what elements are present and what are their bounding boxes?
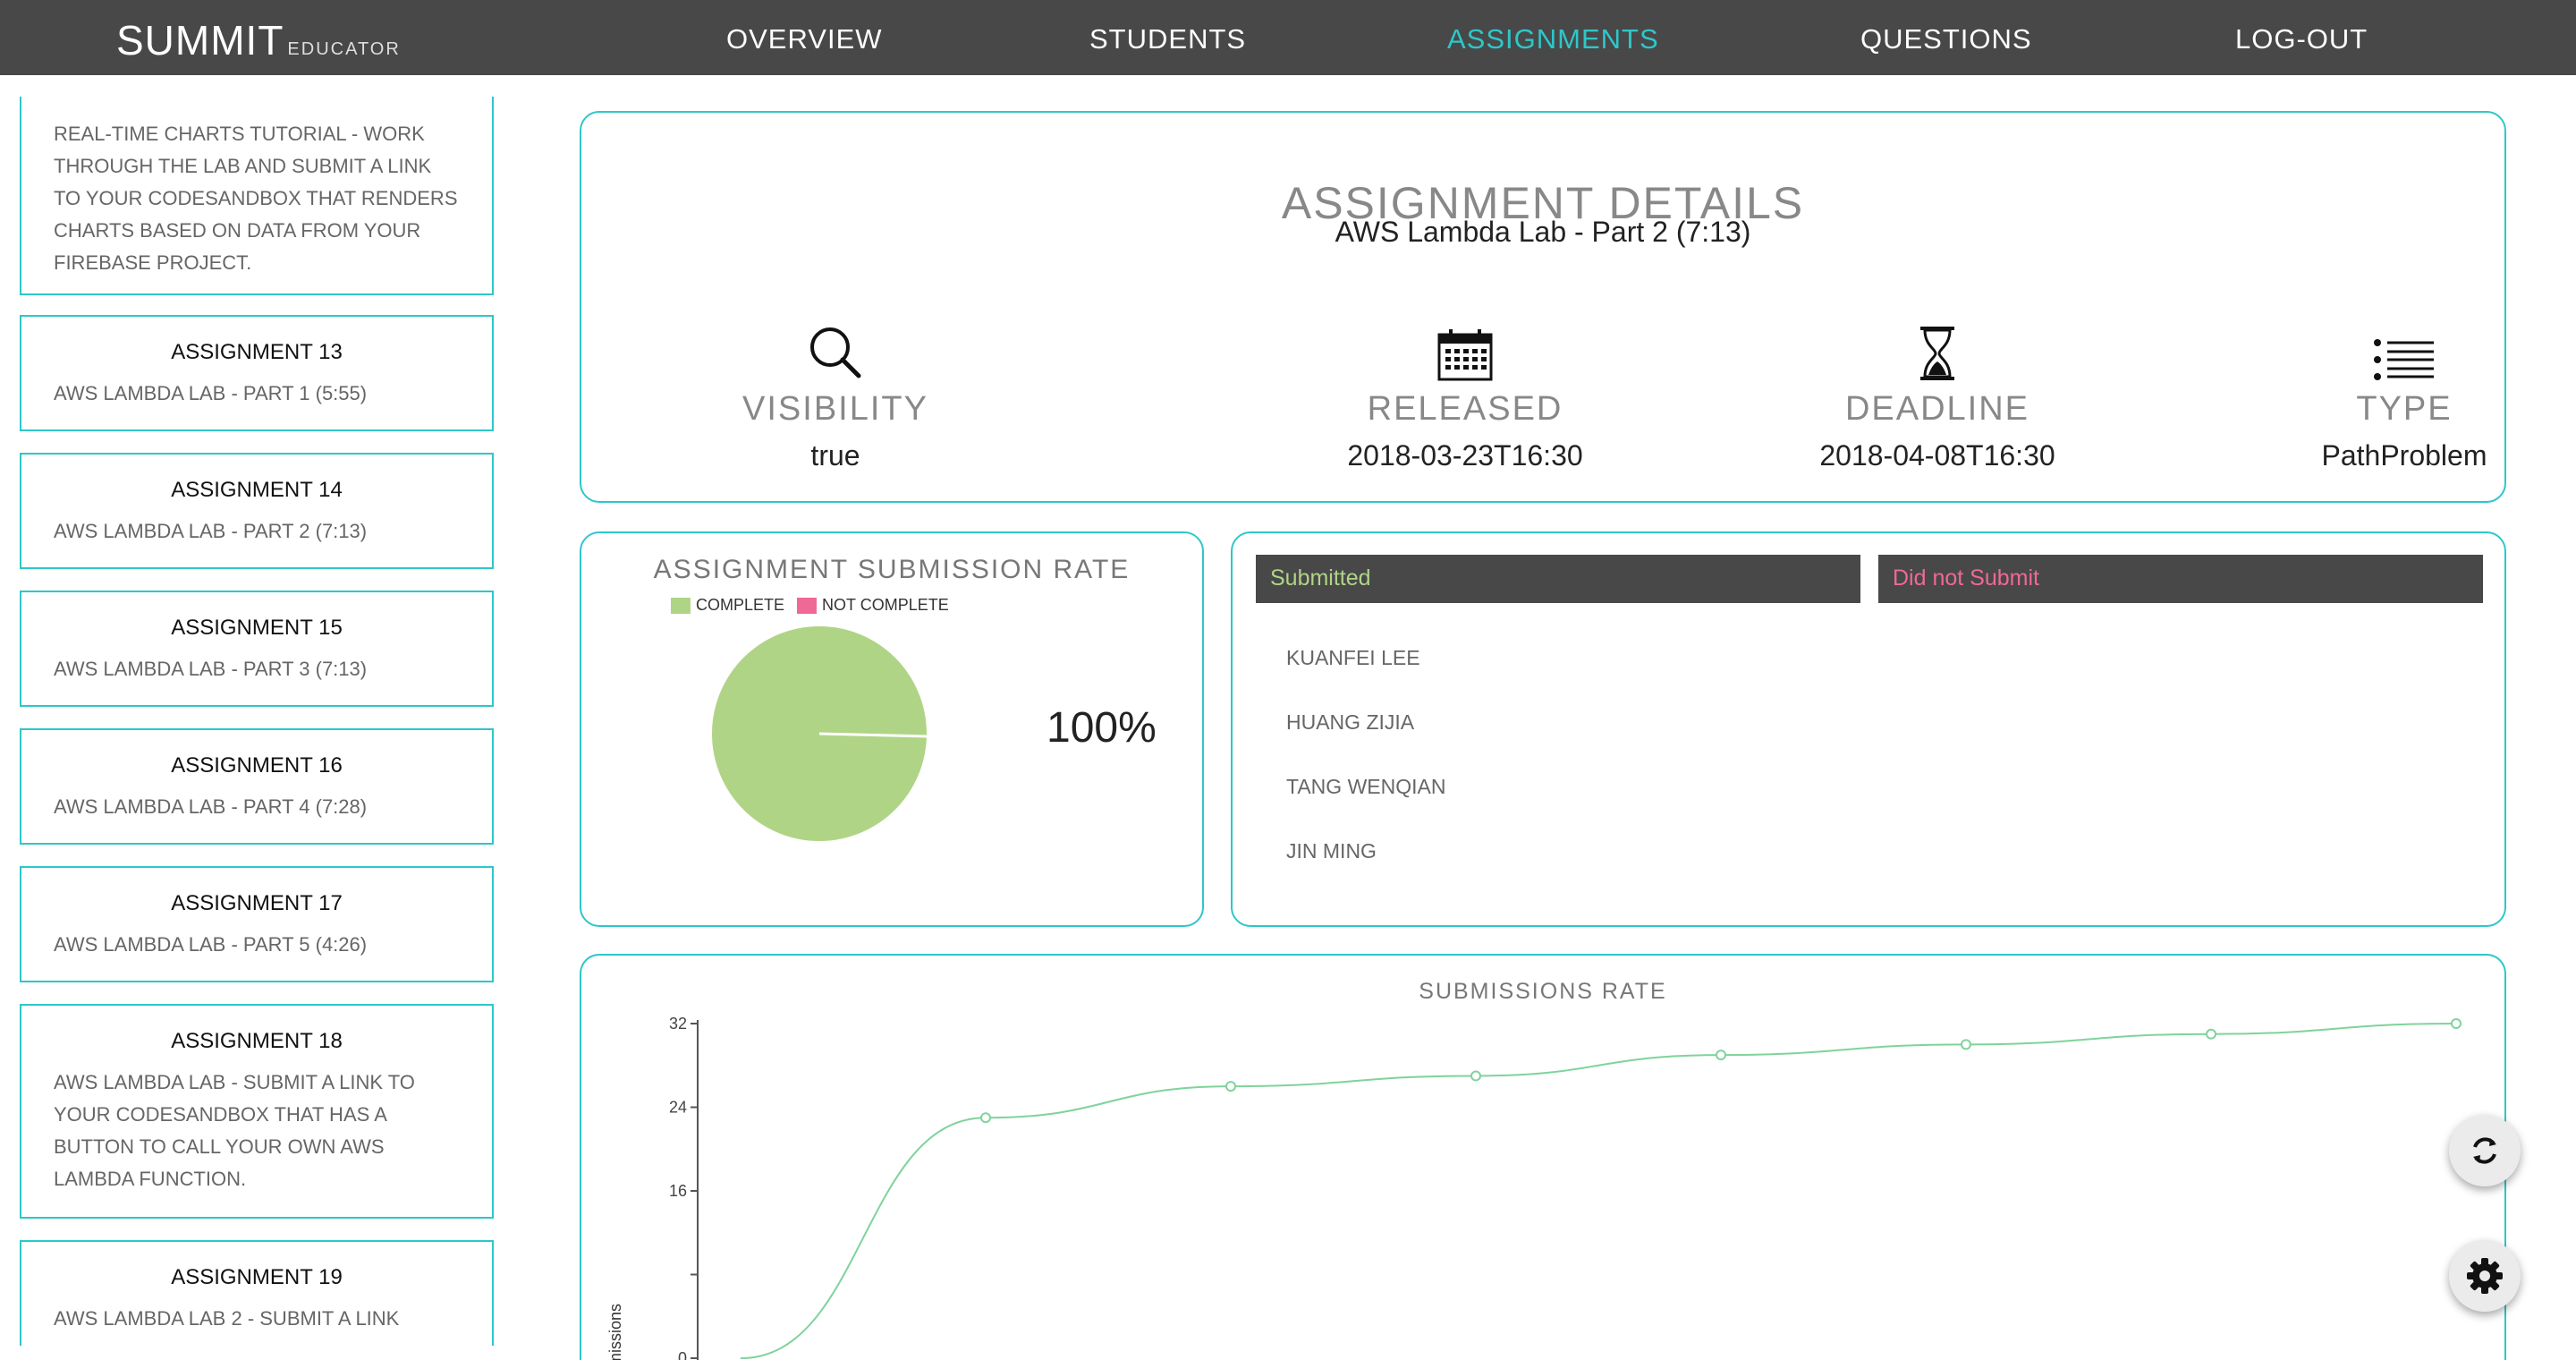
y-tick-label: 0: [678, 1349, 687, 1360]
assignment-card[interactable]: ASSIGNMENT 16 AWS LAMBDA LAB - PART 4 (7…: [20, 728, 494, 845]
series-line: [740, 1023, 2457, 1359]
legend-complete-label: COMPLETE: [696, 596, 785, 614]
assignment-title: ASSIGNMENT 17: [171, 891, 343, 915]
student-name: TANG WENQIAN: [1286, 775, 1446, 798]
top-navbar: SUMMIT EDUCATOR OVERVIEW STUDENTS ASSIGN…: [0, 0, 2576, 75]
legend-not-complete[interactable]: NOT COMPLETE: [797, 596, 949, 615]
data-point: [980, 1112, 991, 1124]
deadline-value: 2018-04-08T16:30: [1819, 439, 2055, 472]
assignment-desc: REAL-TIME CHARTS TUTORIAL - WORK THROUGH…: [54, 123, 458, 274]
legend-swatch-not-complete: [797, 597, 818, 614]
assignment-title: ASSIGNMENT 13: [171, 340, 343, 364]
assignment-title: ASSIGNMENT 19: [171, 1265, 343, 1289]
assignment-card[interactable]: ASSIGNMENT 18 AWS LAMBDA LAB - SUBMIT A …: [20, 1004, 494, 1219]
y-tick-label: 24: [669, 1099, 687, 1117]
assignment-desc: AWS LAMBDA LAB - PART 1 (5:55): [54, 382, 368, 404]
submission-rate-title: ASSIGNMENT SUBMISSION RATE: [653, 555, 1131, 584]
refresh-button[interactable]: [2449, 1115, 2521, 1186]
visibility-label: VISIBILITY: [742, 390, 928, 428]
assignment-card[interactable]: ASSIGNMENT 13 AWS LAMBDA LAB - PART 1 (5…: [20, 315, 494, 431]
deadline-block: DEADLINE 2018-04-08T16:30: [1776, 319, 2098, 472]
released-label: RELEASED: [1367, 390, 1563, 428]
y-tick-label: 16: [669, 1182, 687, 1200]
assignment-card[interactable]: ASSIGNMENT 15 AWS LAMBDA LAB - PART 3 (7…: [20, 591, 494, 707]
data-point: [2206, 1028, 2216, 1040]
data-point: [1470, 1070, 1481, 1082]
legend-not-complete-label: NOT COMPLETE: [822, 596, 949, 614]
assignment-desc: AWS LAMBDA LAB - SUBMIT A LINK TO YOUR C…: [54, 1071, 415, 1190]
settings-button[interactable]: [2449, 1240, 2521, 1312]
legend-swatch-complete: [671, 597, 691, 614]
nav-questions[interactable]: QUESTIONS: [1860, 23, 2032, 55]
details-subtitle: AWS Lambda Lab - Part 2 (7:13): [1335, 216, 1751, 248]
assignment-desc: AWS LAMBDA LAB - PART 5 (4:26): [54, 933, 368, 956]
visibility-value: true: [810, 439, 860, 472]
data-point: [1716, 1050, 1726, 1061]
assignment-details-panel: ASSIGNMENT DETAILS AWS Lambda Lab - Part…: [580, 111, 2506, 503]
student-name: HUANG ZIJIA: [1286, 710, 1415, 734]
pie-legend: COMPLETE NOT COMPLETE: [671, 596, 962, 615]
released-block: RELEASED 2018-03-23T16:30: [1304, 319, 1626, 472]
submitted-header: Submitted: [1256, 555, 1860, 603]
calendar-icon: [1304, 319, 1626, 381]
hourglass-icon: [1776, 319, 2098, 381]
submission-list-panel: Submitted Did not Submit KUANFEI LEE HUA…: [1231, 531, 2506, 927]
data-point: [2451, 1018, 2462, 1029]
assignment-title: ASSIGNMENT 18: [171, 1029, 343, 1053]
legend-complete[interactable]: COMPLETE: [671, 596, 784, 615]
nav-assignments[interactable]: ASSIGNMENTS: [1447, 23, 1659, 55]
brand-logo[interactable]: SUMMIT EDUCATOR: [116, 16, 401, 64]
brand-name: SUMMIT: [116, 17, 284, 64]
nav-overview[interactable]: OVERVIEW: [726, 23, 883, 55]
assignment-title: ASSIGNMENT 16: [171, 753, 343, 778]
released-value: 2018-03-23T16:30: [1347, 439, 1583, 472]
nav-students[interactable]: STUDENTS: [1089, 23, 1246, 55]
assignment-card[interactable]: ASSIGNMENT 19 AWS LAMBDA LAB 2 - SUBMIT …: [20, 1240, 494, 1346]
deadline-label: DEADLINE: [1844, 390, 2030, 428]
y-tick-label: 32: [669, 1015, 687, 1033]
data-point: [1225, 1081, 1236, 1092]
assignment-desc: AWS LAMBDA LAB - PART 2 (7:13): [54, 520, 368, 542]
type-label: TYPE: [2356, 390, 2453, 428]
gear-icon: [2467, 1258, 2503, 1294]
type-value: PathProblem: [2321, 439, 2487, 472]
assignment-desc: AWS LAMBDA LAB - PART 3 (7:13): [54, 658, 368, 680]
assignment-title: ASSIGNMENT 15: [171, 616, 343, 640]
nav-logout[interactable]: LOG-OUT: [2235, 23, 2368, 55]
assignment-sidebar[interactable]: REAL-TIME CHARTS TUTORIAL - WORK THROUGH…: [20, 75, 496, 1346]
submission-rate-panel: ASSIGNMENT SUBMISSION RATE COMPLETE NOT …: [580, 531, 1204, 927]
assignment-card[interactable]: ASSIGNMENT 17 AWS LAMBDA LAB - PART 5 (4…: [20, 866, 494, 982]
y-axis-label: Submissions: [606, 1304, 624, 1360]
magnifier-icon: [674, 319, 996, 381]
submission-percent: 100%: [1046, 704, 1157, 752]
brand-sub: EDUCATOR: [287, 39, 401, 59]
data-point: [1961, 1039, 1971, 1050]
visibility-block: VISIBILITY true: [674, 319, 996, 472]
assignment-title: ASSIGNMENT 14: [171, 478, 343, 502]
assignment-card[interactable]: REAL-TIME CHARTS TUTORIAL - WORK THROUGH…: [20, 97, 494, 295]
assignment-desc: AWS LAMBDA LAB - PART 4 (7:28): [54, 795, 368, 818]
not-submitted-header: Did not Submit: [1878, 555, 2483, 603]
assignment-card[interactable]: ASSIGNMENT 14 AWS LAMBDA LAB - PART 2 (7…: [20, 453, 494, 569]
submissions-line-chart[interactable]: 0 16 24 32 Submissions: [581, 956, 2504, 1360]
type-block: TYPE PathProblem: [2243, 319, 2565, 472]
student-name: JIN MING: [1286, 839, 1377, 863]
submission-pie-chart[interactable]: [710, 625, 928, 843]
refresh-icon: [2473, 1137, 2496, 1164]
list-icon: [2243, 319, 2565, 381]
assignment-desc: AWS LAMBDA LAB 2 - SUBMIT A LINK: [54, 1307, 400, 1330]
student-name: KUANFEI LEE: [1286, 646, 1420, 669]
submissions-rate-panel: SUBMISSIONS RATE 0 16 24 32 Submissions: [580, 954, 2506, 1360]
